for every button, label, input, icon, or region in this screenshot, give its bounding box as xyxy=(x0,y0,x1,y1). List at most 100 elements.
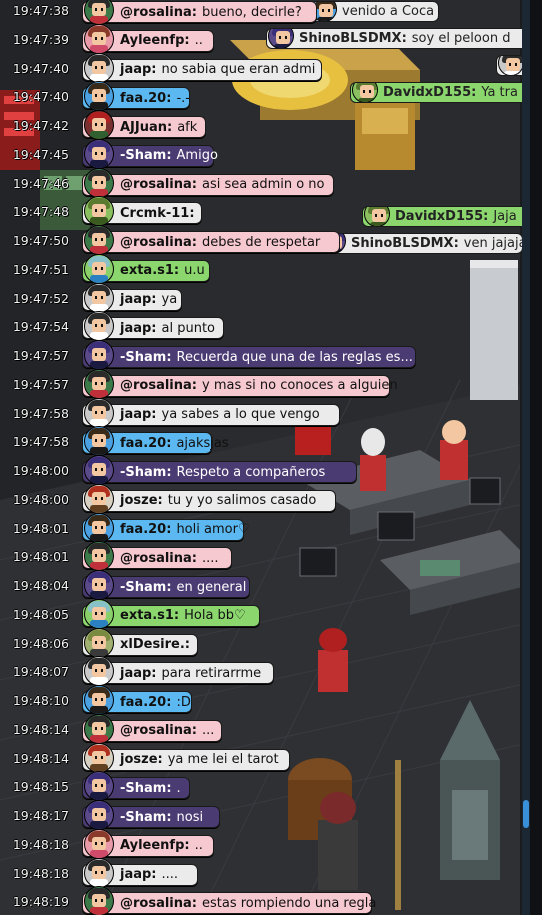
background-chat-bubble[interactable]: ShinoBLSDMX: soy el peloon d xyxy=(266,28,542,49)
chat-nick[interactable]: -Sham: xyxy=(120,580,172,595)
chat-bubble[interactable]: faa.20: -.- xyxy=(82,81,190,112)
chat-avatar[interactable] xyxy=(84,828,114,859)
chat-nick[interactable]: @rosalina: xyxy=(120,896,197,911)
chat-bubble[interactable]: AJJuan: afk xyxy=(82,110,206,140)
chat-avatar[interactable] xyxy=(84,598,114,629)
chat-avatar[interactable] xyxy=(84,0,114,25)
chat-bubble[interactable]: jaap: al punto xyxy=(82,311,224,342)
chat-avatar[interactable] xyxy=(84,311,114,342)
chat-bubble[interactable]: -Sham: nosi xyxy=(82,800,220,830)
chat-nick[interactable]: jaap: xyxy=(120,292,157,307)
chat-bubble[interactable]: jaap: ya sabes a lo que vengo xyxy=(82,397,340,428)
background-chat-bubble[interactable]: DavidxD155: Jaja xyxy=(362,206,542,227)
chat-bubble[interactable]: josze: ya me lei el tarot xyxy=(82,742,290,773)
background-chat-bubble[interactable]: venido a Coca xyxy=(309,1,439,22)
chat-nick[interactable]: @rosalina: xyxy=(120,235,197,250)
background-chat-bubble[interactable]: ShinoBLSDMX: ven jajaja xyxy=(318,233,523,254)
background-avatar[interactable] xyxy=(268,29,294,48)
chat-nick[interactable]: -Sham: xyxy=(120,148,172,163)
chat-bubble[interactable]: @rosalina:.... xyxy=(82,541,232,572)
chat-nick[interactable]: -Sham: xyxy=(120,350,172,365)
chat-avatar[interactable] xyxy=(84,225,114,255)
chat-avatar[interactable] xyxy=(84,713,114,744)
chat-avatar[interactable] xyxy=(84,541,114,572)
chat-nick[interactable]: exta.s1: xyxy=(120,263,179,278)
chat-bubble[interactable]: @rosalina: asi sea admin o no xyxy=(82,167,334,198)
chat-avatar[interactable] xyxy=(84,81,114,112)
chat-bubble[interactable]: @rosalina: debes de respetar xyxy=(82,225,340,255)
chat-avatar[interactable] xyxy=(84,340,114,370)
chat-avatar[interactable] xyxy=(84,857,114,888)
chat-bubble[interactable]: josze: tu y yo salimos casado xyxy=(82,483,336,514)
chat-bubble[interactable]: -Sham:. xyxy=(82,771,190,802)
chat-nick[interactable]: ShinoBLSDMX: xyxy=(299,31,407,46)
background-avatar[interactable] xyxy=(498,56,524,75)
chat-avatar[interactable] xyxy=(84,800,114,830)
chat-nick[interactable]: ShinoBLSDMX: xyxy=(351,236,459,251)
chat-nick[interactable]: Crcmk-11: xyxy=(120,206,195,221)
chat-avatar[interactable] xyxy=(84,483,114,514)
chat-avatar[interactable] xyxy=(84,196,114,227)
chat-nick[interactable]: faa.20: xyxy=(120,695,171,710)
chat-bubble[interactable]: Crcmk-11: xyxy=(82,196,202,227)
chat-bubble[interactable]: exta.s1: Hola bb♡ xyxy=(82,598,260,629)
chat-nick[interactable]: faa.20: xyxy=(120,436,171,451)
chat-avatar[interactable] xyxy=(84,656,114,687)
chat-avatar[interactable] xyxy=(84,426,114,457)
chat-nick[interactable]: DavidxD155: xyxy=(383,85,476,100)
chat-avatar[interactable] xyxy=(84,23,114,54)
chat-avatar[interactable] xyxy=(84,253,114,284)
background-avatar[interactable] xyxy=(364,207,390,226)
chat-nick[interactable]: -Sham: xyxy=(120,465,172,480)
chat-nick[interactable]: faa.20: xyxy=(120,522,171,537)
chat-bubble[interactable]: @rosalina:... xyxy=(82,713,222,744)
chat-nick[interactable]: -Sham: xyxy=(120,781,172,796)
chat-scrollbar-track[interactable] xyxy=(522,0,530,915)
background-chat-bubble[interactable]: DavidxD155: Ya tra xyxy=(350,82,542,103)
chat-avatar[interactable] xyxy=(84,771,114,802)
chat-nick[interactable]: Ayleenfp: xyxy=(120,33,190,48)
chat-nick[interactable]: @rosalina: xyxy=(120,551,197,566)
chat-nick[interactable]: @rosalina: xyxy=(120,5,197,20)
chat-bubble[interactable]: -Sham: Recuerda que una de las reglas es.… xyxy=(82,340,416,370)
chat-bubble[interactable]: -Sham: Amigo xyxy=(82,138,218,169)
chat-nick[interactable]: josze: xyxy=(120,752,163,767)
chat-bubble[interactable]: xlDesire.: xyxy=(82,627,198,658)
chat-nick[interactable]: josze: xyxy=(120,493,163,508)
chat-nick[interactable]: xlDesire.: xyxy=(120,637,190,652)
chat-bubble[interactable]: -Sham: Respeto a compañeros xyxy=(82,455,357,485)
chat-avatar[interactable] xyxy=(84,110,114,140)
chat-avatar[interactable] xyxy=(84,368,114,399)
chat-nick[interactable]: AJJuan: xyxy=(120,120,172,135)
chat-nick[interactable]: jaap: xyxy=(120,62,157,77)
chat-bubble[interactable]: jaap: no sabia que eran admi xyxy=(82,52,322,83)
chat-bubble[interactable]: faa.20::D xyxy=(82,685,192,715)
chat-avatar[interactable] xyxy=(84,742,114,773)
chat-bubble[interactable]: @rosalina: estas rompiendo una regla xyxy=(82,886,376,915)
chat-nick[interactable]: faa.20: xyxy=(120,91,171,106)
chat-bubble[interactable]: faa.20: ajaksjas xyxy=(82,426,229,457)
chat-bubble[interactable]: Ayleenfp:.. xyxy=(82,23,214,54)
chat-bubble[interactable]: jaap: para retirarrme xyxy=(82,656,274,687)
chat-bubble[interactable]: jaap: ya xyxy=(82,282,182,313)
game-room-view[interactable]: venido a Coca ShinoBLSDMX: soy el peloon d… xyxy=(0,0,542,915)
chat-avatar[interactable] xyxy=(84,685,114,715)
chat-bubble[interactable]: Ayleenfp:.. xyxy=(82,828,214,859)
chat-bubble[interactable]: exta.s1: u.u xyxy=(82,253,210,284)
chat-avatar[interactable] xyxy=(84,627,114,658)
chat-avatar[interactable] xyxy=(84,167,114,198)
chat-nick[interactable]: jaap: xyxy=(120,321,157,336)
chat-bubble[interactable]: @rosalina: bueno, decirle? xyxy=(82,0,317,25)
chat-bubble[interactable]: @rosalina: y mas si no conoces a alguien xyxy=(82,368,398,399)
chat-nick[interactable]: -Sham: xyxy=(120,810,172,825)
chat-avatar[interactable] xyxy=(84,282,114,313)
chat-avatar[interactable] xyxy=(84,886,114,915)
chat-nick[interactable]: jaap: xyxy=(120,867,157,882)
chat-bubble[interactable]: faa.20: holi amor♡ xyxy=(82,512,250,543)
chat-bubble[interactable]: jaap:.... xyxy=(82,857,198,888)
chat-nick[interactable]: DavidxD155: xyxy=(395,209,488,224)
chat-avatar[interactable] xyxy=(84,397,114,428)
chat-bubble[interactable]: -Sham: en general xyxy=(82,570,250,600)
chat-nick[interactable]: exta.s1: xyxy=(120,608,179,623)
chat-nick[interactable]: @rosalina: xyxy=(120,378,197,393)
